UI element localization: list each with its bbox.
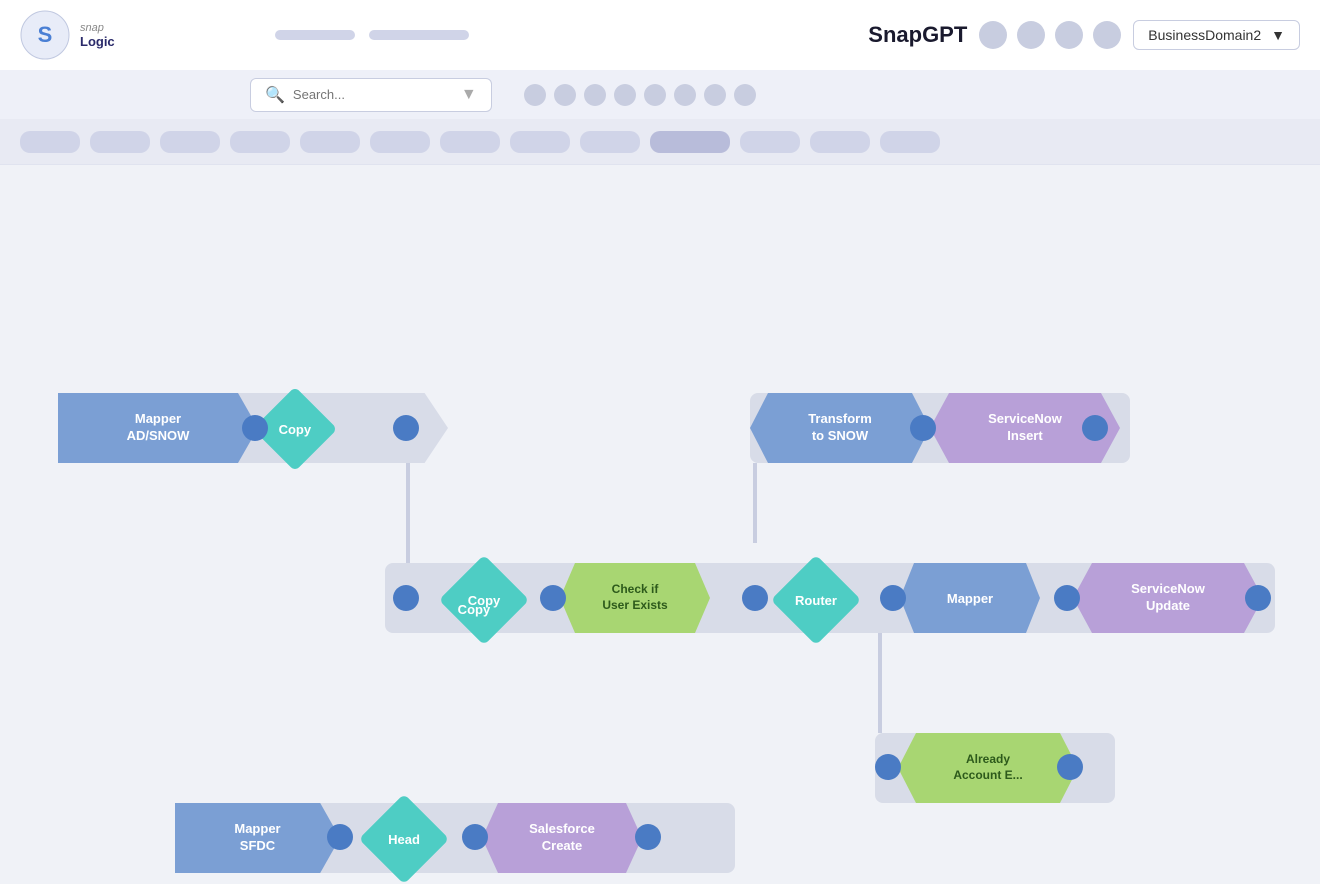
search-icon: 🔍	[265, 85, 285, 105]
snapgpt-label: SnapGPT	[868, 22, 967, 48]
copy1-label: Copy	[279, 422, 312, 437]
toolbar-pill1[interactable]	[20, 131, 80, 153]
snap-gpt-area: SnapGPT BusinessDomain2 ▼	[868, 20, 1300, 50]
mapper-ad-snow-container[interactable]: MapperAD/SNOW	[58, 393, 258, 463]
toolbar-pill2[interactable]	[90, 131, 150, 153]
already-account-container[interactable]: AlreadyAccount E...	[898, 733, 1078, 803]
sf-create-label: SalesforceCreate	[529, 821, 595, 855]
header: S snap Logic SnapGPT BusinessD	[0, 0, 1320, 165]
connector-8	[880, 585, 906, 611]
mini-dots	[524, 84, 756, 106]
connector-2	[393, 415, 419, 441]
mini-dot5	[644, 84, 666, 106]
sn-update-node[interactable]: ServiceNowUpdate	[1073, 563, 1263, 633]
dot3	[1055, 21, 1083, 49]
connector-9	[1054, 585, 1080, 611]
tab1[interactable]	[275, 30, 355, 40]
mapper2-container[interactable]: Mapper	[900, 563, 1040, 633]
header-top: S snap Logic SnapGPT BusinessD	[0, 0, 1320, 70]
logo-area: S snap Logic	[20, 10, 115, 60]
chevron-down-icon: ▼	[1271, 27, 1285, 43]
connector-10	[1245, 585, 1271, 611]
toolbar-pill7[interactable]	[440, 131, 500, 153]
domain-selector[interactable]: BusinessDomain2 ▼	[1133, 20, 1300, 50]
dot1	[979, 21, 1007, 49]
toolbar-pill4[interactable]	[230, 131, 290, 153]
sn-insert-label: ServiceNowInsert	[988, 411, 1062, 445]
connector-11-left	[875, 754, 901, 780]
vline-copy-row3	[406, 463, 410, 563]
toolbar-pill6[interactable]	[370, 131, 430, 153]
vline-1-2	[753, 463, 757, 543]
mini-dot4	[614, 84, 636, 106]
mapper2-node[interactable]: Mapper	[900, 563, 1040, 633]
toolbar-pill12[interactable]	[810, 131, 870, 153]
connector-6	[540, 585, 566, 611]
check-user-node[interactable]: Check ifUser Exists	[560, 563, 710, 633]
search-input[interactable]	[293, 87, 453, 102]
pipeline-canvas: MapperAD/SNOW Copy Transformto SNOW Serv…	[0, 165, 1320, 814]
connector-1	[242, 415, 268, 441]
mapper-ad-snow-node[interactable]: MapperAD/SNOW	[58, 393, 258, 463]
mini-dot6	[674, 84, 696, 106]
transform-snow-node[interactable]: Transformto SNOW	[750, 393, 930, 463]
vline-router-row4	[878, 633, 882, 733]
toolbar-pill3[interactable]	[160, 131, 220, 153]
svg-text:S: S	[38, 22, 53, 47]
mapper2-label: Mapper	[947, 591, 993, 606]
search-bar[interactable]: 🔍 ▼	[250, 78, 492, 112]
check-user-container[interactable]: Check ifUser Exists	[560, 563, 710, 633]
connector-5	[393, 585, 419, 611]
domain-label: BusinessDomain2	[1148, 27, 1261, 43]
mini-dot3	[584, 84, 606, 106]
mapper-sfdc-label: MapperSFDC	[234, 821, 280, 855]
mini-dot1	[524, 84, 546, 106]
copy2-label: Copy	[458, 602, 491, 617]
sn-update-label: ServiceNowUpdate	[1131, 581, 1205, 615]
transform-snow-container[interactable]: Transformto SNOW	[750, 393, 930, 463]
connector-11-right	[1057, 754, 1083, 780]
header-dots	[979, 21, 1121, 49]
connector-7	[742, 585, 768, 611]
header-bottom	[0, 119, 1320, 164]
transform-snow-label: Transformto SNOW	[808, 411, 872, 445]
toolbar-pill8[interactable]	[510, 131, 570, 153]
dot2	[1017, 21, 1045, 49]
connector-13	[462, 824, 488, 850]
mapper-ad-snow-label: MapperAD/SNOW	[127, 411, 190, 445]
connector-12	[327, 824, 353, 850]
chevron-down-icon: ▼	[461, 86, 477, 104]
toolbar-pill9[interactable]	[580, 131, 640, 153]
already-account-label: AlreadyAccount E...	[953, 752, 1022, 783]
mini-dot2	[554, 84, 576, 106]
mini-dot7	[704, 84, 726, 106]
tab2[interactable]	[369, 30, 469, 40]
check-user-label: Check ifUser Exists	[602, 582, 667, 613]
snaplogic-logo: S	[20, 10, 70, 60]
header-middle: 🔍 ▼	[0, 70, 1320, 119]
sn-update-container[interactable]: ServiceNowUpdate	[1073, 563, 1263, 633]
connector-4	[1082, 415, 1108, 441]
connector-14	[635, 824, 661, 850]
mini-dot8	[734, 84, 756, 106]
toolbar-pill11[interactable]	[740, 131, 800, 153]
dot4	[1093, 21, 1121, 49]
connector-3	[910, 415, 936, 441]
toolbar-pill13[interactable]	[880, 131, 940, 153]
already-account-node[interactable]: AlreadyAccount E...	[898, 733, 1078, 803]
toolbar-pill-active[interactable]	[650, 131, 730, 153]
toolbar-pill5[interactable]	[300, 131, 360, 153]
